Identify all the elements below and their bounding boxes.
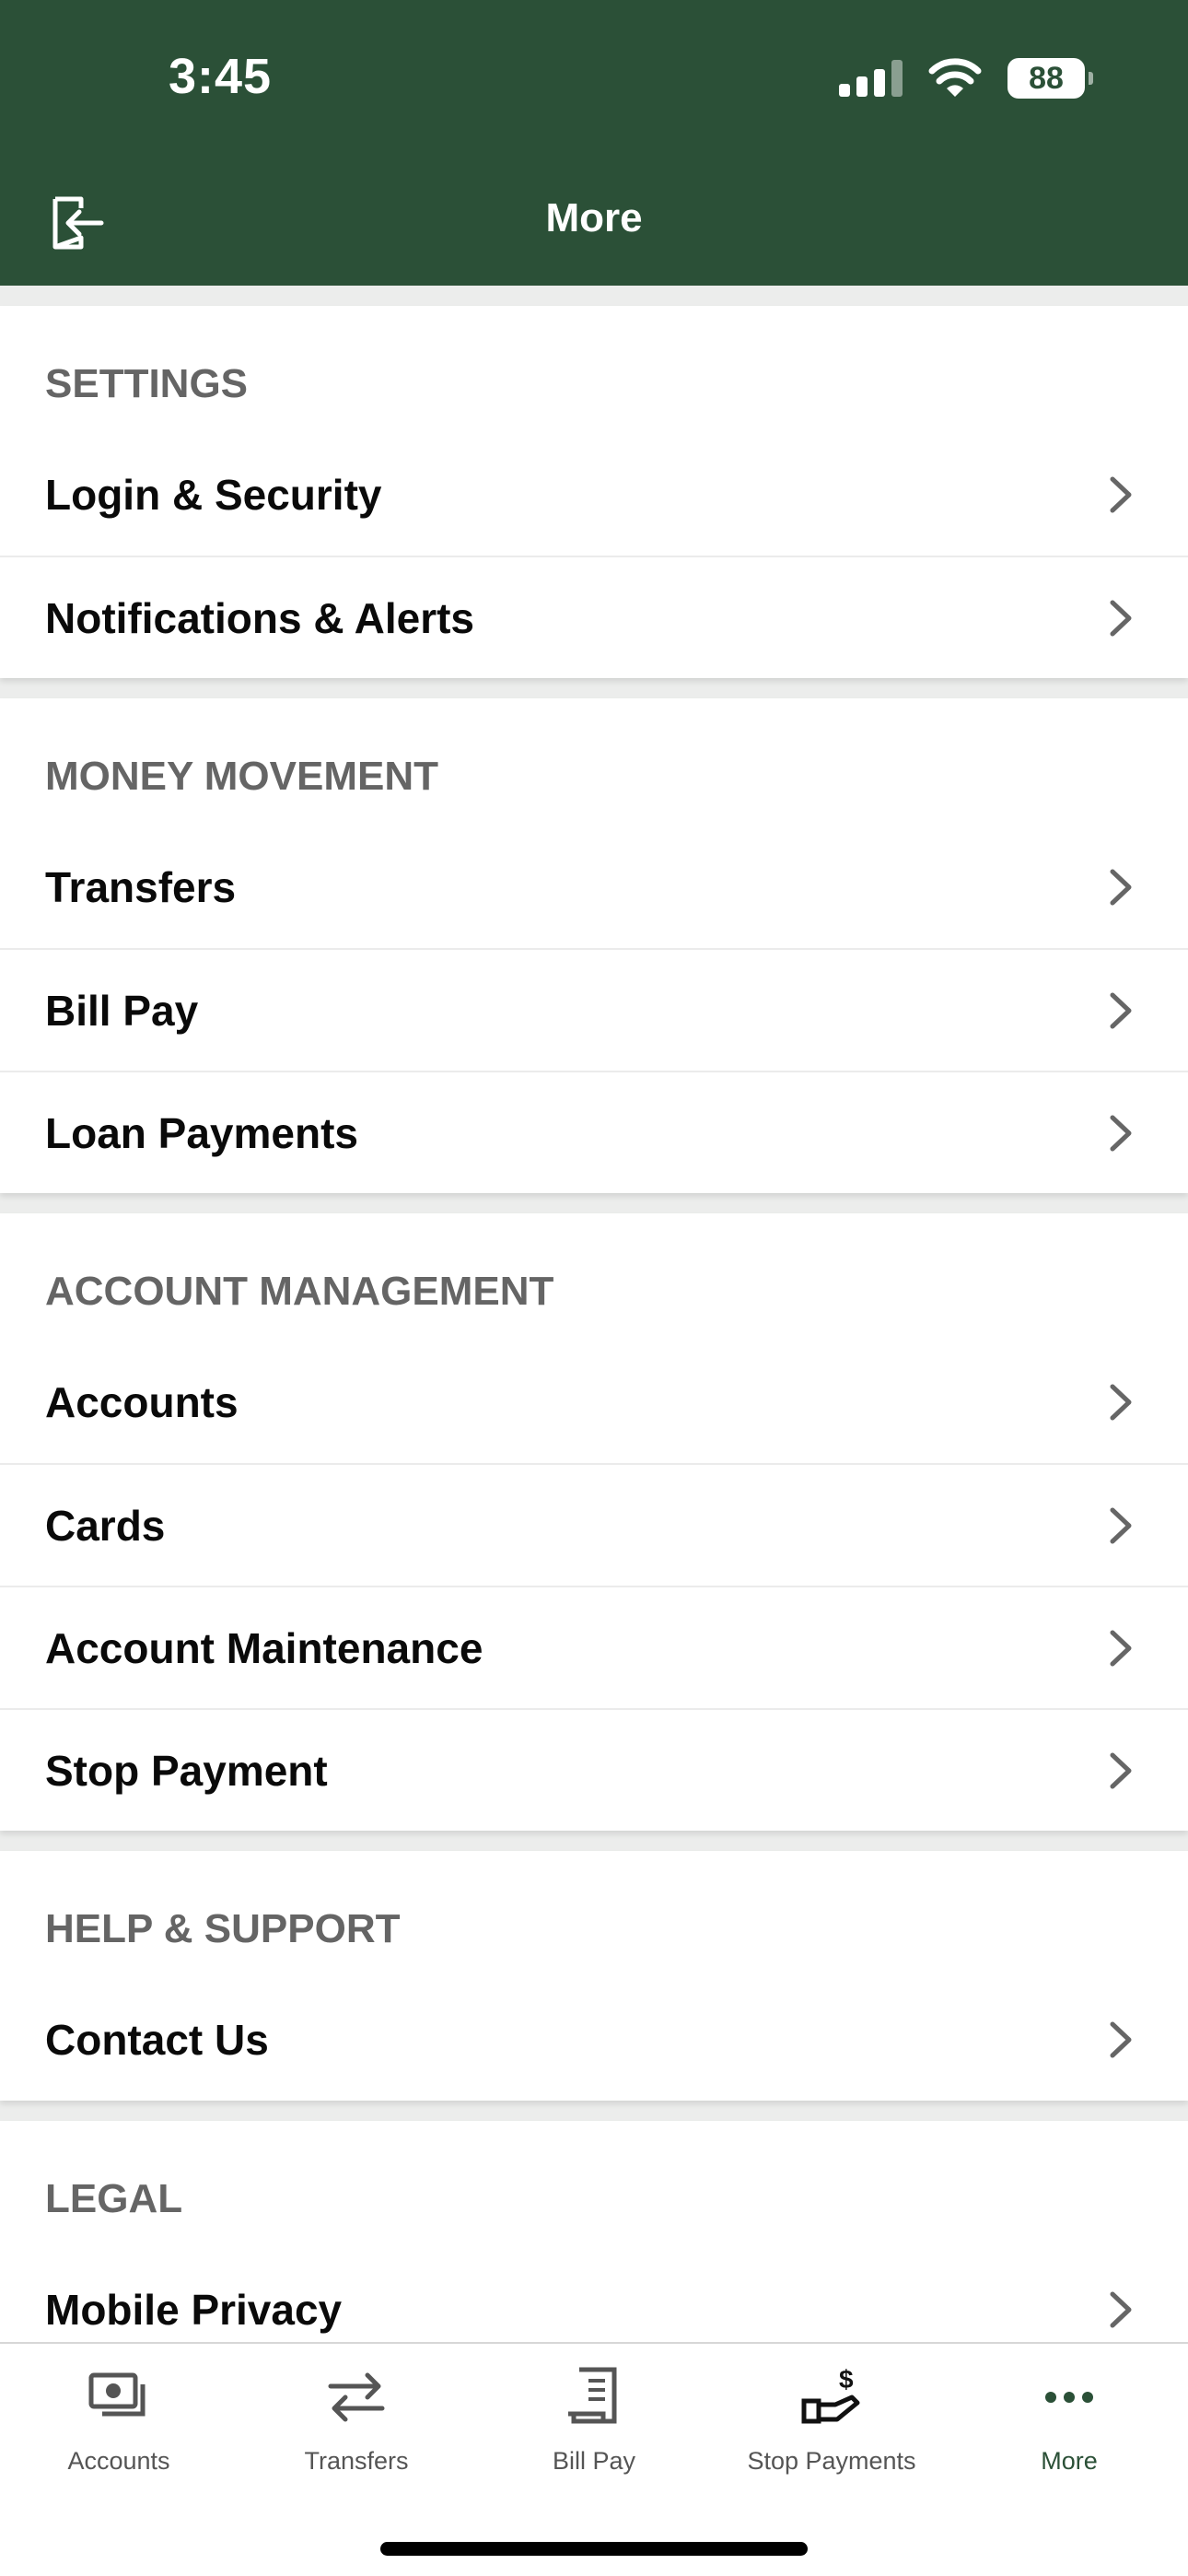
chevron-right-icon <box>1110 1507 1132 1543</box>
tab-label: More <box>1041 2447 1098 2475</box>
app-header: 3:45 88 More <box>0 0 1188 286</box>
cellular-signal-icon <box>839 60 903 97</box>
chevron-right-icon <box>1110 600 1132 636</box>
menu-item-accounts[interactable]: Accounts <box>0 1341 1188 1463</box>
status-icons: 88 <box>839 57 1093 100</box>
chevron-right-icon <box>1110 1384 1132 1420</box>
section-title: SETTINGS <box>45 361 249 406</box>
menu-item-cards[interactable]: Cards <box>0 1463 1188 1586</box>
menu-item-label: Accounts <box>45 1377 239 1426</box>
menu-item-label: Loan Payments <box>45 1108 358 1157</box>
battery-icon: 88 <box>1007 58 1093 99</box>
section-help-support: HELP & SUPPORT Contact Us <box>0 1851 1188 2101</box>
transfers-icon <box>328 2372 385 2422</box>
menu-item-label: Mobile Privacy <box>45 2285 343 2334</box>
menu-item-label: Stop Payment <box>45 1746 328 1795</box>
tab-label: Transfers <box>304 2447 409 2475</box>
chevron-right-icon <box>1110 869 1132 905</box>
tab-label: Stop Payments <box>747 2447 916 2475</box>
tab-bill-pay[interactable]: Bill Pay <box>475 2364 713 2476</box>
menu-item-transfers[interactable]: Transfers <box>0 825 1188 948</box>
chevron-right-icon <box>1110 476 1132 512</box>
menu-item-label: Transfers <box>45 862 237 911</box>
chevron-right-icon <box>1110 1752 1132 1788</box>
section-title: MONEY MOVEMENT <box>45 754 439 799</box>
menu-list: SETTINGS Login & Security Notifications … <box>0 286 1188 2371</box>
stop-payments-icon: $ <box>801 2365 860 2424</box>
menu-item-loan-payments[interactable]: Loan Payments <box>0 1071 1188 1193</box>
status-time: 3:45 <box>169 49 273 104</box>
tab-accounts[interactable]: Accounts <box>0 2364 238 2476</box>
tab-label: Accounts <box>67 2447 170 2475</box>
section-account-management: ACCOUNT MANAGEMENT Accounts Cards Accoun… <box>0 1213 1188 1831</box>
menu-item-label: Login & Security <box>45 470 382 519</box>
section-money-movement: MONEY MOVEMENT Transfers Bill Pay Loan P… <box>0 698 1188 1193</box>
menu-item-label: Contact Us <box>45 2015 269 2064</box>
menu-item-login-security[interactable]: Login & Security <box>0 433 1188 556</box>
accounts-icon <box>88 2372 146 2417</box>
tab-stop-payments[interactable]: $ Stop Payments <box>713 2364 950 2476</box>
menu-item-account-maintenance[interactable]: Account Maintenance <box>0 1586 1188 1708</box>
home-indicator <box>380 2542 808 2556</box>
tab-transfers[interactable]: Transfers <box>238 2364 475 2476</box>
chevron-right-icon <box>1110 1630 1132 1666</box>
section-title: ACCOUNT MANAGEMENT <box>45 1269 554 1314</box>
svg-text:$: $ <box>839 2365 854 2394</box>
page-title: More <box>545 195 643 240</box>
menu-item-stop-payment[interactable]: Stop Payment <box>0 1708 1188 1831</box>
section-title: LEGAL <box>45 2176 183 2221</box>
section-title: HELP & SUPPORT <box>45 1906 401 1951</box>
tab-more[interactable]: More <box>950 2364 1188 2476</box>
more-icon <box>1045 2392 1093 2403</box>
menu-item-notifications-alerts[interactable]: Notifications & Alerts <box>0 556 1188 678</box>
wifi-icon <box>928 58 982 97</box>
menu-item-bill-pay[interactable]: Bill Pay <box>0 948 1188 1071</box>
section-legal: LEGAL Mobile Privacy <box>0 2121 1188 2371</box>
chevron-right-icon <box>1110 1115 1132 1151</box>
menu-item-label: Bill Pay <box>45 986 199 1035</box>
menu-item-contact-us[interactable]: Contact Us <box>0 1978 1188 2101</box>
tab-label: Bill Pay <box>552 2447 636 2475</box>
chevron-right-icon <box>1110 2021 1132 2057</box>
chevron-right-icon <box>1110 992 1132 1028</box>
menu-item-label: Notifications & Alerts <box>45 593 475 642</box>
bill-pay-icon <box>568 2367 617 2424</box>
section-settings: SETTINGS Login & Security Notifications … <box>0 306 1188 678</box>
menu-item-label: Cards <box>45 1501 166 1550</box>
tab-bar: Accounts Transfers Bill Pay $ Stop Payme… <box>0 2342 1188 2576</box>
chevron-right-icon <box>1110 2291 1132 2327</box>
menu-item-label: Account Maintenance <box>45 1623 483 1672</box>
